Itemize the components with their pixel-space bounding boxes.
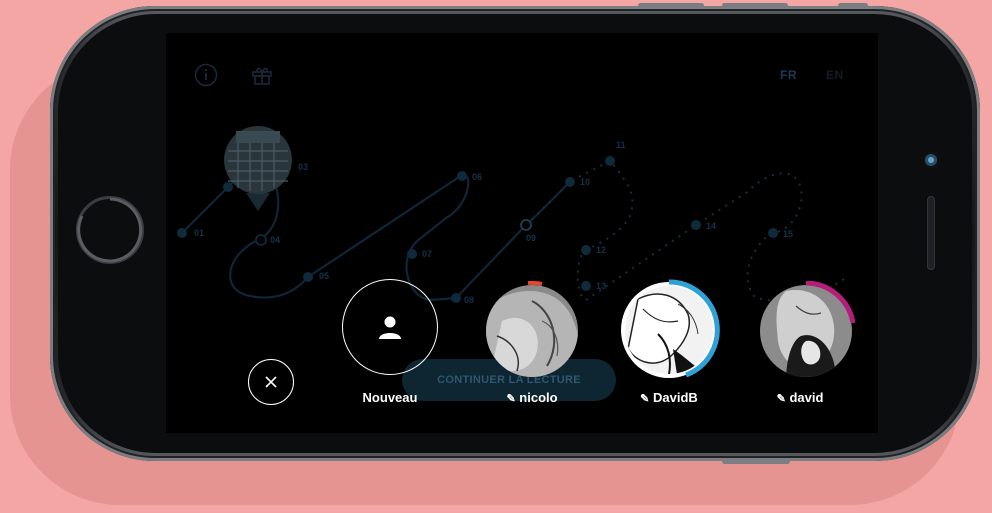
chapter-label-08: 08	[464, 295, 474, 305]
profile-nicolo-progress	[527, 280, 543, 286]
home-button-ring	[77, 197, 143, 263]
chapter-dot-15	[768, 228, 778, 238]
close-icon	[265, 376, 277, 388]
chapter-dot-08	[451, 293, 461, 303]
chapter-dot-10	[565, 177, 575, 187]
chapter-dot-06	[457, 171, 467, 181]
chapter-dot-11	[605, 156, 615, 166]
chapter-dot-01	[177, 228, 187, 238]
chapter-dot-07	[407, 249, 417, 259]
chapter-label-12: 12	[596, 245, 606, 255]
close-button[interactable]	[248, 359, 294, 405]
chapter-dot-09	[520, 219, 532, 231]
profile-david-label: ✎ david	[776, 390, 824, 405]
chapter-label-10: 10	[580, 177, 590, 187]
chapter-dot-14	[691, 220, 701, 230]
chapter-label-04: 04	[270, 235, 280, 245]
new-profile-label: Nouveau	[362, 390, 418, 405]
volume-up-button	[638, 3, 704, 8]
chapter-dot-12	[581, 245, 591, 255]
chapter-label-11: 11	[616, 140, 626, 150]
profile-nicolo[interactable]	[482, 280, 582, 381]
profile-davidb-avatar	[621, 279, 720, 378]
new-profile-button[interactable]	[342, 279, 438, 375]
power-button	[722, 459, 790, 464]
profile-nicolo-label: ✎ nicolo	[506, 390, 558, 405]
chapter-label-13: 13	[596, 281, 606, 291]
chapter-label-09: 09	[526, 233, 536, 243]
profile-nicolo-avatar	[486, 280, 578, 377]
profile-david[interactable]	[756, 280, 856, 381]
chapter-label-03: 03	[298, 162, 308, 172]
chapter-label-05: 05	[319, 271, 329, 281]
chapter-label-15: 15	[783, 229, 793, 239]
chapter-dot-05	[303, 272, 313, 282]
chapter-dot-13	[581, 281, 591, 291]
mute-switch	[838, 3, 868, 8]
chapter-label-07: 07	[422, 249, 432, 259]
chapter-label-06: 06	[472, 172, 482, 182]
front-camera	[925, 154, 937, 166]
profile-david-avatar	[760, 280, 856, 377]
home-button	[76, 196, 144, 264]
profile-davidb-label: ✎ DavidB	[640, 390, 698, 405]
chapter-dot-04	[255, 234, 267, 246]
current-chapter-pin	[224, 126, 292, 211]
chapter-label-14: 14	[706, 221, 716, 231]
user-icon	[379, 316, 401, 339]
earpiece-speaker	[927, 196, 935, 270]
volume-down-button	[722, 3, 788, 8]
profile-davidb[interactable]	[618, 279, 720, 381]
pencil-icon: ✎	[506, 393, 516, 405]
pencil-icon: ✎	[776, 393, 786, 405]
pencil-icon: ✎	[640, 393, 650, 405]
chapter-label-01: 01	[194, 228, 204, 238]
chapter-dot-02	[223, 182, 233, 192]
app-screen: FR EN 01 03 04 05 06 07 08 09 10 11 12 1…	[166, 33, 878, 433]
